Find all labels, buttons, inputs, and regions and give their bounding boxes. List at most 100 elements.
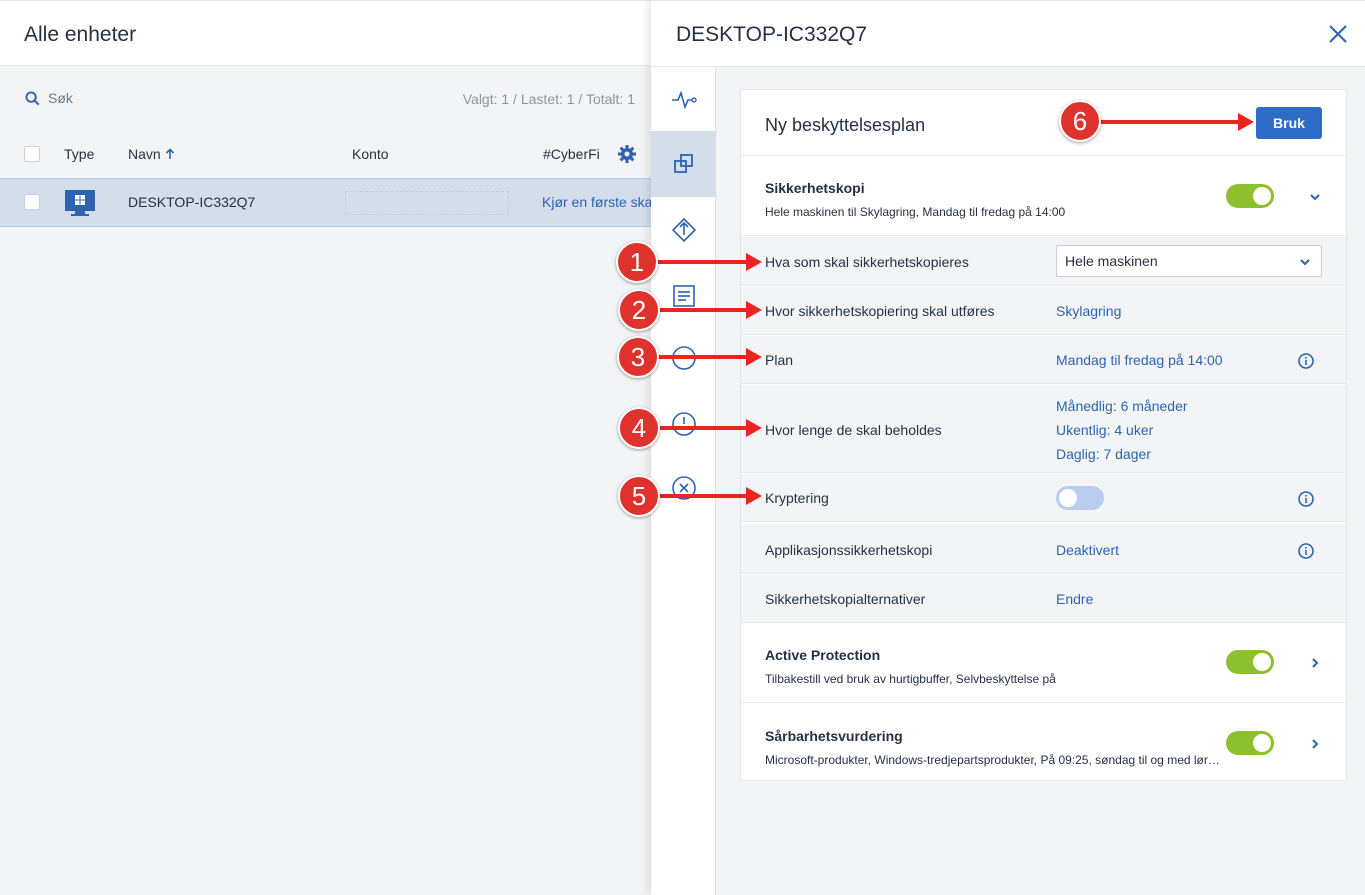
- table-header: Type Navn Konto #CyberFi: [0, 130, 651, 178]
- annotation-arrow: [1100, 113, 1254, 131]
- encryption-label: Kryptering: [765, 490, 829, 506]
- chevron-down-icon: [1300, 259, 1310, 266]
- column-account[interactable]: Konto: [352, 146, 389, 162]
- annotation-arrow: [656, 253, 762, 271]
- panel-icon-sidebar: [651, 67, 716, 895]
- column-name[interactable]: Navn: [128, 146, 175, 162]
- column-settings-gear-icon[interactable]: [617, 144, 637, 164]
- backup-options-row: Sikkerhetskopialternativer Endre: [741, 575, 1346, 623]
- plan-title[interactable]: Ny beskyttelsesplan: [765, 115, 925, 136]
- history-icon: [671, 412, 696, 436]
- sort-ascending-icon: [165, 148, 174, 159]
- annotation-badge-1: 1: [616, 241, 658, 283]
- vulnerability-section: Sårbarhetsvurdering Microsoft-produkter,…: [741, 704, 1346, 782]
- recovery-tab[interactable]: [651, 197, 716, 263]
- search-placeholder: Søk: [48, 90, 73, 106]
- search-icon: [25, 90, 40, 105]
- device-detail-panel: DESKTOP-IC332Q7 Ny beskyttelsesplan Bruk…: [651, 0, 1365, 895]
- toggle-knob: [1253, 187, 1271, 205]
- row-checkbox[interactable]: [24, 194, 40, 210]
- search-input[interactable]: Søk: [25, 90, 73, 106]
- retention-label: Hvor lenge de skal beholdes: [765, 422, 942, 438]
- annotation-arrow: [660, 301, 762, 319]
- what-to-backup-label: Hva som skal sikkerhetskopieres: [765, 254, 969, 270]
- active-protection-toggle[interactable]: [1226, 650, 1274, 674]
- recovery-icon: [671, 217, 696, 243]
- pulse-icon: [671, 90, 697, 110]
- panel-header: DESKTOP-IC332Q7: [651, 0, 1365, 67]
- active-protection-title: Active Protection: [765, 647, 881, 663]
- retention-row: Hvor lenge de skal beholdes Månedlig: 6 …: [741, 385, 1346, 473]
- annotation-badge-2: 2: [618, 289, 660, 331]
- retention-daily-link[interactable]: Daglig: 7 dager: [1056, 446, 1151, 462]
- windows-desktop-icon: [65, 190, 95, 216]
- info-icon[interactable]: [1298, 491, 1314, 507]
- page-title: Alle enheter: [24, 23, 137, 46]
- apply-button[interactable]: Bruk: [1256, 107, 1322, 139]
- reports-tab[interactable]: [651, 263, 716, 329]
- retention-weekly-link[interactable]: Ukentlig: 4 uker: [1056, 422, 1153, 438]
- run-first-scan-link[interactable]: Kjør en første ska: [542, 194, 652, 210]
- annotation-badge-5: 5: [618, 475, 660, 517]
- account-cell: [345, 191, 509, 215]
- device-name: DESKTOP-IC332Q7: [128, 194, 256, 210]
- active-protection-section: Active Protection Tilbakestill ved bruk …: [741, 623, 1346, 703]
- device-list-view: Alle enheter Søk Valgt: 1 / Lastet: 1 / …: [0, 0, 652, 895]
- vulnerability-toggle[interactable]: [1226, 731, 1274, 755]
- remove-tab[interactable]: [651, 455, 716, 521]
- table-row[interactable]: DESKTOP-IC332Q7 Kjør en første ska: [0, 178, 652, 227]
- annotation-arrow: [658, 348, 762, 366]
- what-to-backup-select[interactable]: Hele maskinen: [1056, 245, 1322, 277]
- backup-toggle[interactable]: [1226, 184, 1274, 208]
- annotation-arrow: [660, 419, 762, 437]
- annotation-badge-6: 6: [1059, 100, 1101, 142]
- app-backup-row: Applikasjonssikkerhetskopi Deaktivert: [741, 524, 1346, 574]
- protection-plan-icon: [673, 154, 693, 173]
- toggle-knob: [1253, 734, 1271, 752]
- protection-plan-card: Ny beskyttelsesplan Bruk Sikkerhetskopi …: [740, 89, 1347, 781]
- annotation-badge-3: 3: [617, 336, 659, 378]
- app-backup-label: Applikasjonssikkerhetskopi: [765, 542, 933, 558]
- active-protection-summary: Tilbakestill ved bruk av hurtigbuffer, S…: [765, 672, 1056, 686]
- schedule-label: Plan: [765, 352, 794, 368]
- vulnerability-summary: Microsoft-produkter, Windows-tredjeparts…: [765, 753, 1221, 767]
- chevron-down-icon[interactable]: [1308, 190, 1322, 204]
- retention-monthly-link[interactable]: Månedlig: 6 måneder: [1056, 398, 1188, 414]
- backup-title: Sikkerhetskopi: [765, 180, 865, 196]
- close-icon[interactable]: [1327, 23, 1349, 45]
- info-icon[interactable]: [1298, 543, 1314, 559]
- activity-tab[interactable]: [651, 67, 716, 133]
- column-type[interactable]: Type: [64, 146, 94, 162]
- backup-location-label: Hvor sikkerhetskopiering skal utføres: [765, 303, 995, 319]
- plan-header: Ny beskyttelsesplan Bruk: [741, 90, 1346, 156]
- column-cyberfit[interactable]: #CyberFi: [543, 146, 600, 162]
- app-backup-link[interactable]: Deaktivert: [1056, 542, 1119, 558]
- backup-summary: Hele maskinen til Skylagring, Mandag til…: [765, 205, 1066, 219]
- protection-tab[interactable]: [651, 131, 716, 197]
- backup-location-row: Hvor sikkerhetskopiering skal utføres Sk…: [741, 287, 1346, 335]
- backup-location-link[interactable]: Skylagring: [1056, 303, 1121, 319]
- panel-content: Ny beskyttelsesplan Bruk Sikkerhetskopi …: [716, 67, 1365, 895]
- encryption-row: Kryptering: [741, 474, 1346, 522]
- panel-title: DESKTOP-IC332Q7: [676, 23, 868, 46]
- report-icon: [672, 285, 695, 307]
- chevron-right-icon[interactable]: [1308, 737, 1322, 751]
- toggle-knob: [1059, 489, 1077, 507]
- what-to-backup-row: Hva som skal sikkerhetskopieres Hele mas…: [741, 237, 1346, 286]
- what-to-backup-value: Hele maskinen: [1065, 253, 1158, 269]
- list-header: Alle enheter: [0, 0, 651, 66]
- annotation-badge-4: 4: [618, 407, 660, 449]
- backup-options-label: Sikkerhetskopialternativer: [765, 591, 926, 607]
- backup-options-link[interactable]: Endre: [1056, 591, 1093, 607]
- chevron-right-icon[interactable]: [1308, 656, 1322, 670]
- schedule-link[interactable]: Mandag til fredag på 14:00: [1056, 352, 1223, 368]
- toggle-knob: [1253, 653, 1271, 671]
- schedule-row: Plan Mandag til fredag på 14:00: [741, 336, 1346, 384]
- backup-section: Sikkerhetskopi Hele maskinen til Skylagr…: [741, 156, 1346, 236]
- encryption-toggle[interactable]: [1056, 486, 1104, 510]
- info-icon[interactable]: [1298, 353, 1314, 369]
- annotation-arrow: [660, 487, 762, 505]
- history-tab[interactable]: [651, 391, 716, 457]
- select-all-checkbox[interactable]: [24, 146, 40, 162]
- list-toolbar: Søk Valgt: 1 / Lastet: 1 / Totalt: 1: [0, 66, 651, 130]
